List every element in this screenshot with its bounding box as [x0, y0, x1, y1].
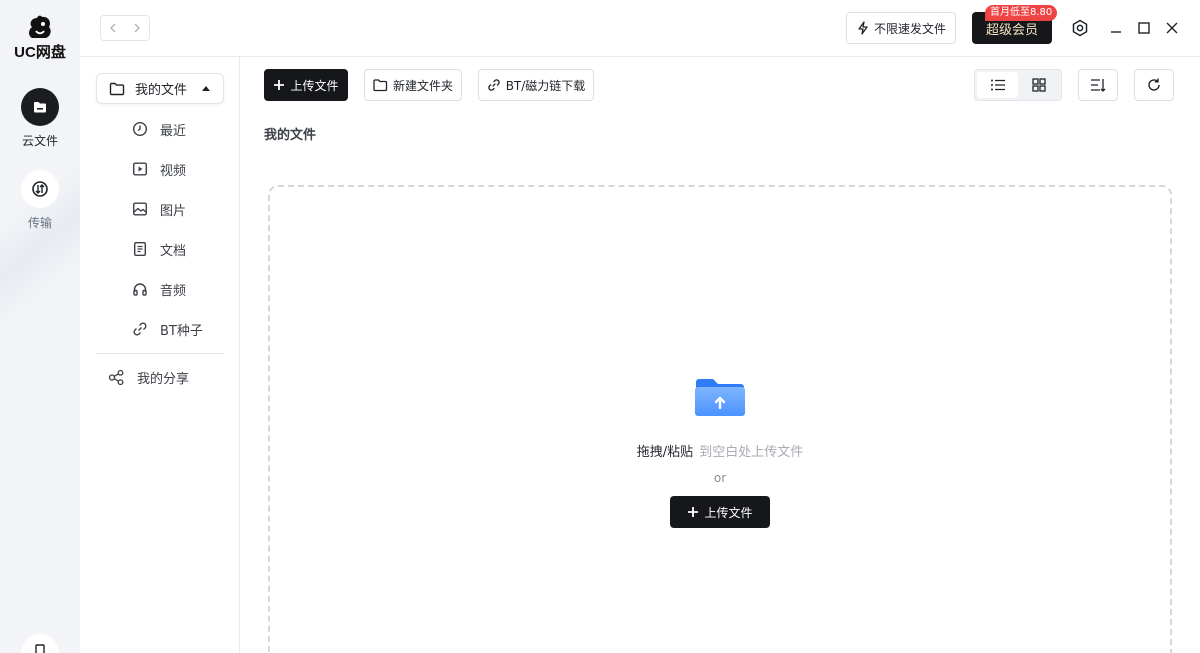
minimize-button[interactable] [1106, 18, 1126, 38]
sidebar-item-label: 最近 [160, 123, 187, 139]
rail-item-transfer[interactable]: 传输 [0, 170, 80, 231]
caret-up-icon[interactable] [202, 86, 210, 91]
rail-label-transfer: 传输 [27, 216, 52, 230]
upload-label: 上传文件 [290, 78, 339, 93]
my-files-label: 我的文件 [135, 83, 188, 98]
transfer-icon [32, 181, 48, 197]
rail-circle-active [21, 88, 59, 126]
drop-hint-secondary: 到空白处上传文件 [699, 445, 804, 460]
headphones-icon [133, 283, 147, 296]
sidebar-my-files[interactable]: 我的文件 [96, 73, 224, 104]
history-nav [100, 15, 150, 41]
sidebar-item-audio[interactable]: 音频 [132, 277, 186, 301]
link-icon [488, 79, 500, 91]
drop-hint-primary: 拖拽/粘贴 [636, 445, 694, 460]
page-title: 我的文件 [264, 128, 317, 143]
rail-bottom-button[interactable] [21, 634, 59, 653]
share-label: 我的分享 [137, 371, 190, 387]
speed-label: 不限速发文件 [873, 21, 946, 36]
document-icon [134, 242, 147, 257]
plus-icon [688, 507, 699, 517]
sort-icon [1091, 79, 1106, 92]
sidebar-item-recent[interactable]: 最近 [132, 117, 186, 141]
sidebar-item-video[interactable]: 视频 [132, 157, 186, 181]
sidebar-item-label: BT种子 [160, 323, 203, 339]
logo-text: UC网盘 [14, 44, 66, 61]
grid-view-button[interactable] [1018, 72, 1059, 98]
clock-icon [132, 121, 148, 137]
top-header: 不限速发文件 超级会员 首月低至8.80 [80, 0, 1200, 57]
share-icon [108, 369, 124, 385]
sidebar-item-image[interactable]: 图片 [132, 197, 186, 221]
center-upload-button[interactable]: 上传文件 [670, 496, 770, 528]
bt-magnet-download-button[interactable]: BT/磁力链下载 [478, 69, 594, 101]
left-rail: UC网盘 云文件 传输 [0, 0, 80, 653]
video-icon [133, 162, 148, 176]
or-separator: or [713, 471, 727, 485]
sort-button[interactable] [1078, 69, 1118, 101]
chevron-left-icon [110, 23, 116, 33]
list-icon [990, 79, 1005, 91]
minimize-icon [1111, 31, 1121, 33]
image-icon [133, 202, 148, 216]
sidebar-item-label: 视频 [160, 163, 187, 179]
forward-button[interactable] [125, 16, 149, 40]
vip-promo-badge: 首月低至8.80 [985, 5, 1058, 21]
maximize-icon [1138, 22, 1150, 34]
folder-upload-icon [695, 379, 745, 416]
center-upload-label: 上传文件 [704, 505, 753, 520]
rail-item-cloud-files[interactable]: 云文件 [0, 88, 80, 149]
link-icon [133, 322, 147, 336]
rail-label-cloud: 云文件 [21, 134, 58, 148]
unlimited-speed-button[interactable]: 不限速发文件 [846, 12, 956, 44]
sidebar-item-label: 音频 [160, 283, 187, 299]
file-sidebar: 我的文件 最近 视频 图片 文档 音频 BT种子 我的分享 [80, 57, 240, 653]
close-button[interactable] [1162, 18, 1182, 38]
view-mode-toggle [974, 69, 1062, 101]
lightning-icon [858, 21, 868, 35]
file-icon [35, 644, 45, 653]
sidebar-item-label: 文档 [160, 243, 187, 259]
rail-circle-inactive [21, 170, 59, 208]
plus-icon [274, 80, 285, 90]
sidebar-item-my-share[interactable]: 我的分享 [108, 365, 189, 389]
new-folder-label: 新建文件夹 [392, 78, 453, 93]
folder-icon [373, 78, 388, 91]
bt-label: BT/磁力链下载 [505, 78, 586, 93]
vip-label: 超级会员 [985, 22, 1038, 38]
app-logo: UC网盘 [0, 14, 80, 62]
main-content: 上传文件 新建文件夹 BT/磁力链下载 我的文件 拖拽/粘贴 到空白处上传文件 … [240, 57, 1200, 653]
grid-icon [1031, 78, 1046, 92]
upload-dropzone[interactable] [268, 185, 1172, 653]
sidebar-item-label: 图片 [160, 203, 187, 219]
settings-button[interactable] [1070, 18, 1090, 38]
maximize-button[interactable] [1134, 18, 1154, 38]
folder-icon [109, 82, 125, 95]
new-folder-button[interactable]: 新建文件夹 [364, 69, 462, 101]
refresh-icon [1148, 78, 1160, 91]
upload-file-button[interactable]: 上传文件 [264, 69, 348, 101]
squirrel-logo-icon [29, 15, 51, 38]
sidebar-item-bt-seed[interactable]: BT种子 [132, 317, 203, 341]
back-button[interactable] [101, 16, 125, 40]
gear-icon [1072, 19, 1088, 37]
sidebar-item-document[interactable]: 文档 [132, 237, 186, 261]
close-icon [1166, 22, 1178, 34]
drop-hint: 拖拽/粘贴 到空白处上传文件 [240, 441, 1200, 460]
list-view-button[interactable] [977, 72, 1018, 98]
sidebar-divider [96, 353, 224, 354]
cloud-file-icon [34, 102, 46, 113]
chevron-right-icon [134, 23, 140, 33]
refresh-button[interactable] [1134, 69, 1174, 101]
